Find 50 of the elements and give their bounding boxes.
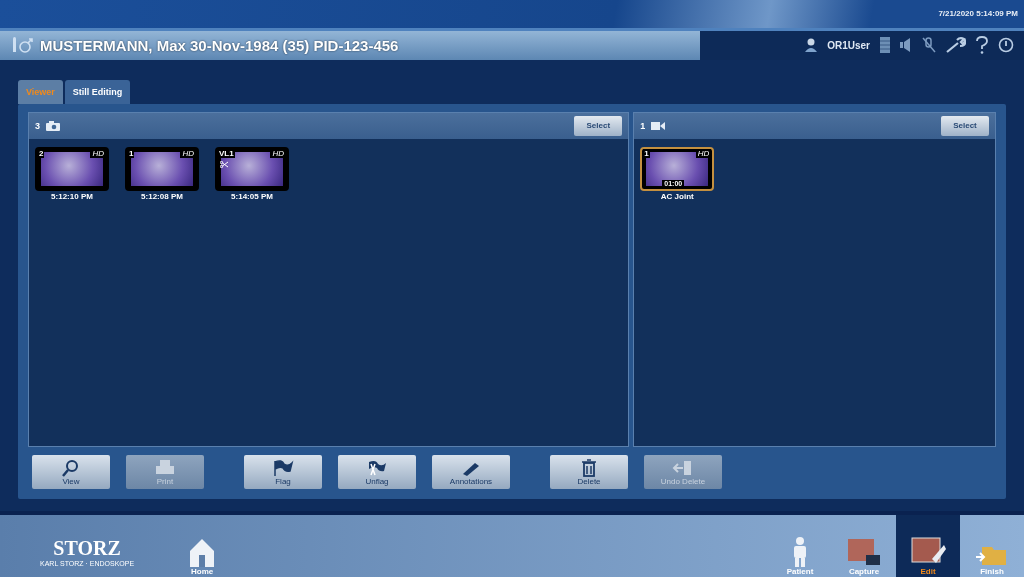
camera-icon (46, 120, 60, 131)
video-camera-icon (651, 120, 666, 131)
toolbar-button[interactable]: Flag (244, 455, 322, 489)
crossed-flag-icon (366, 458, 388, 477)
select-button[interactable]: Select (941, 115, 989, 136)
help-icon[interactable] (976, 36, 988, 55)
media-index: 1 (128, 148, 135, 158)
thumbnail-caption: 5:12:10 PM (51, 191, 93, 201)
navigation-button[interactable]: Edit (896, 515, 960, 577)
speaker-icon[interactable] (900, 38, 912, 53)
tab[interactable]: Still Editing (64, 80, 131, 104)
user-name: OR1User (827, 39, 870, 51)
male-patient-icon (12, 37, 34, 54)
media-index: 2 (38, 148, 45, 158)
camera-picture-icon (846, 537, 882, 567)
media-thumbnail[interactable]: 1 HD (125, 146, 199, 191)
toolbar-button[interactable]: Unflag (338, 455, 416, 489)
media-thumbnail[interactable]: 2 HD (35, 146, 109, 191)
date-time: 7/21/2020 5:14:09 PM (938, 9, 1018, 19)
media-index: VL1 (218, 148, 235, 158)
user-icon (805, 38, 818, 53)
navigation-button[interactable]: Home (170, 525, 235, 577)
endoscope-image-placeholder (41, 151, 103, 186)
toolbar-button[interactable]: View (32, 455, 110, 489)
hd-label: HD (695, 148, 712, 158)
muted-microphone-icon[interactable] (922, 37, 936, 54)
flag-icon (272, 458, 294, 477)
toolbar-button[interactable]: Annotations (432, 455, 510, 489)
arrow-into-door-icon (672, 458, 694, 477)
server-icon[interactable] (880, 37, 890, 54)
thumbnail-caption: 5:12:08 PM (141, 191, 183, 201)
toolbar-button[interactable]: Delete (550, 455, 628, 489)
media-count: 1 (640, 120, 646, 131)
select-button[interactable]: Select (574, 115, 623, 136)
hd-label: HD (270, 148, 286, 158)
media-count: 3 (35, 120, 40, 131)
scissors-icon (220, 160, 228, 168)
hd-label: HD (90, 148, 106, 158)
media-thumbnail[interactable]: VL1 HD (215, 146, 289, 191)
power-icon[interactable] (998, 37, 1014, 54)
endoscope-image-placeholder (131, 151, 193, 186)
patient-info: MUSTERMANN, Max 30-Nov-1984 (35) PID-123-456 (40, 36, 399, 54)
hd-label: HD (180, 148, 196, 158)
wrench-icon[interactable] (946, 37, 966, 54)
media-index: 1 (643, 148, 650, 158)
thumbnail-caption: 5:14:05 PM (231, 191, 273, 201)
printer-icon (154, 458, 176, 477)
thumbnail-caption: AC Joint (660, 191, 694, 201)
endoscope-image-placeholder (221, 151, 283, 186)
endoscope-image-placeholder (646, 151, 709, 186)
